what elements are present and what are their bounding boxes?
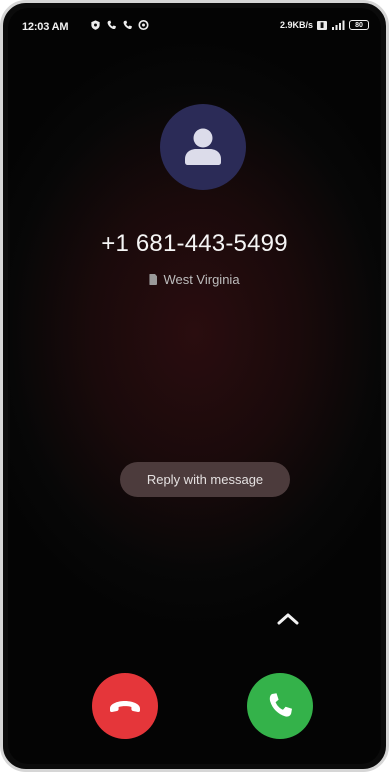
sim-card-icon <box>149 274 158 285</box>
battery-icon: 80 <box>349 20 369 30</box>
decline-call-button[interactable] <box>92 673 158 739</box>
data-icon: ▮ <box>317 20 327 30</box>
incoming-call-screen: 12:03 AM 2.9KB/s ▮ 80 +1 681-443-5499 We… <box>8 8 381 764</box>
record-icon <box>138 19 149 31</box>
phone-icon <box>107 20 116 30</box>
caller-avatar <box>160 104 246 190</box>
reply-with-message-button[interactable]: Reply with message <box>120 462 290 497</box>
caller-location: West Virginia <box>8 272 381 287</box>
shield-icon <box>91 20 100 30</box>
status-left-icons <box>90 19 149 31</box>
accept-call-button[interactable] <box>247 673 313 739</box>
phone-icon <box>269 693 292 717</box>
status-right-icons: 2.9KB/s ▮ 80 <box>280 20 369 30</box>
chevron-up-icon[interactable] <box>274 608 302 628</box>
phone-icon <box>123 20 132 30</box>
location-label: West Virginia <box>163 272 240 287</box>
signal-icon <box>332 20 345 30</box>
caller-number: +1 681-443-5499 <box>101 230 288 257</box>
network-speed: 2.9KB/s <box>279 20 313 30</box>
phone-hangup-icon <box>110 701 140 713</box>
person-icon <box>185 128 221 165</box>
phone-frame: 12:03 AM 2.9KB/s ▮ 80 +1 681-443-5499 We… <box>0 0 389 772</box>
status-bar: 12:03 AM 2.9KB/s ▮ 80 <box>8 8 381 44</box>
status-time: 12:03 AM <box>22 21 69 33</box>
